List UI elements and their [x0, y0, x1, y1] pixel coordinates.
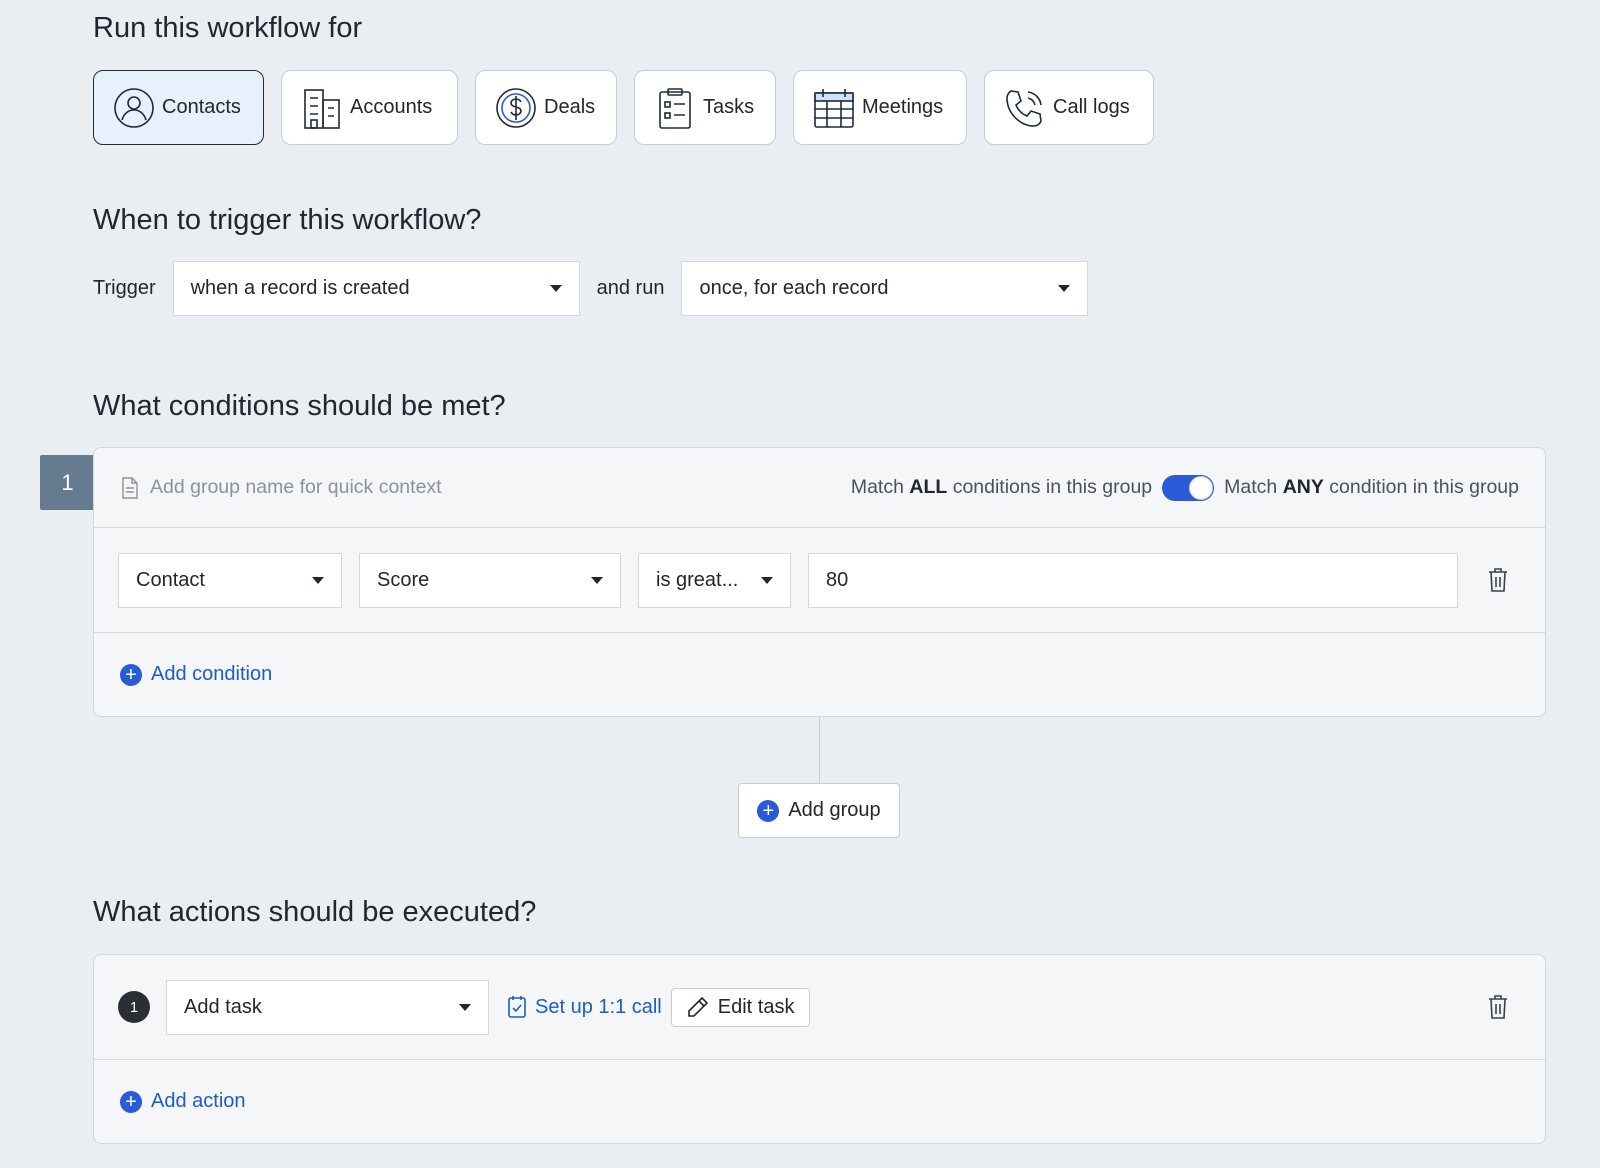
action-type-select[interactable]: Add task [166, 979, 489, 1035]
trash-icon [1489, 568, 1507, 592]
contact-person-icon [112, 86, 156, 130]
condition-entity-value: Contact [136, 568, 205, 591]
group-name-placeholder: Add group name for quick context [150, 476, 442, 498]
module-label: Call logs [1053, 96, 1130, 118]
chevron-down-icon [761, 576, 773, 584]
match-all-label: Match ALL conditions in this group [850, 476, 1153, 498]
add-action-label: Add action [151, 1090, 246, 1112]
delete-action-button[interactable] [1487, 994, 1509, 1020]
add-condition-label: Add condition [151, 663, 273, 685]
action-number-badge: 1 [118, 991, 150, 1023]
plus-circle-icon: + [120, 1090, 142, 1113]
conditions-section-title: What conditions should be met? [93, 390, 506, 422]
group-connector-line [819, 717, 820, 783]
module-call-logs[interactable]: Call logs [984, 70, 1154, 145]
module-tasks[interactable]: Tasks [634, 70, 776, 145]
match-any-label: Match ANY condition in this group [1224, 476, 1519, 498]
module-deals[interactable]: Deals [475, 70, 617, 145]
run-section-title: Run this workflow for [93, 12, 363, 44]
add-group-button[interactable]: + Add group [738, 783, 900, 838]
condition-group: Add group name for quick context Match A… [93, 447, 1546, 717]
and-run-label: and run [596, 277, 665, 299]
delete-condition-button[interactable] [1487, 567, 1509, 593]
trigger-section-title: When to trigger this workflow? [93, 204, 482, 236]
plus-circle-icon: + [757, 799, 780, 822]
run-frequency-value: once, for each record [699, 277, 889, 299]
chevron-down-icon [459, 1003, 471, 1011]
condition-operator-value: is great... [656, 568, 739, 591]
module-label: Accounts [350, 96, 433, 118]
trigger-select[interactable]: when a record is created [172, 261, 580, 316]
trigger-label: Trigger [93, 277, 156, 299]
dollar-coin-icon [494, 86, 538, 130]
chevron-down-icon [312, 576, 324, 584]
module-accounts[interactable]: Accounts [281, 70, 458, 145]
add-action-button[interactable]: + Add action [120, 1090, 246, 1113]
pencil-icon [687, 996, 708, 1017]
module-label: Deals [544, 96, 596, 118]
action-type-value: Add task [184, 995, 262, 1018]
action-row: 1 Add task Set up 1:1 call Edit task [94, 955, 1545, 1060]
match-mode-toggle-group: Match ALL conditions in this group Match… [850, 474, 1519, 501]
calendar-icon [812, 86, 856, 130]
document-icon [122, 476, 138, 499]
condition-field-select[interactable]: Score [359, 552, 621, 608]
match-mode-toggle[interactable] [1162, 474, 1215, 501]
module-contacts[interactable]: Contacts [93, 70, 264, 145]
chevron-down-icon [591, 576, 603, 584]
group-name-input[interactable]: Add group name for quick context [120, 476, 442, 499]
edit-task-button[interactable]: Edit task [670, 987, 811, 1027]
task-name: Set up 1:1 call [535, 995, 662, 1018]
run-frequency-select[interactable]: once, for each record [681, 261, 1089, 316]
trash-icon [1489, 995, 1507, 1019]
actions-panel: 1 Add task Set up 1:1 call Edit task + A… [93, 954, 1546, 1144]
phone-icon [1003, 86, 1047, 130]
module-selector: Contacts Accounts Deals Tasks Meetings C… [93, 70, 1154, 145]
module-label: Contacts [162, 96, 241, 118]
condition-row: Contact Score is great... 80 [94, 528, 1545, 633]
group-header: Add group name for quick context Match A… [94, 448, 1545, 528]
condition-value-input[interactable]: 80 [808, 552, 1458, 608]
condition-operator-select[interactable]: is great... [638, 552, 791, 608]
actions-section-title: What actions should be executed? [93, 896, 537, 928]
clipboard-icon [653, 86, 697, 130]
module-meetings[interactable]: Meetings [793, 70, 967, 145]
condition-field-value: Score [377, 568, 430, 591]
trigger-select-value: when a record is created [190, 277, 410, 299]
task-link[interactable]: Set up 1:1 call [507, 995, 662, 1019]
group-number-badge: 1 [40, 455, 95, 510]
add-group-label: Add group [788, 799, 881, 821]
module-label: Meetings [862, 96, 944, 118]
plus-circle-icon: + [120, 663, 142, 686]
chevron-down-icon [549, 285, 562, 292]
trigger-row: Trigger when a record is created and run… [93, 261, 1089, 316]
add-condition-button[interactable]: + Add condition [120, 663, 272, 686]
module-label: Tasks [703, 96, 755, 118]
chevron-down-icon [1058, 285, 1071, 292]
task-check-icon [508, 996, 526, 1018]
edit-task-label: Edit task [717, 995, 795, 1018]
condition-entity-select[interactable]: Contact [118, 552, 342, 608]
building-icon [300, 86, 344, 130]
